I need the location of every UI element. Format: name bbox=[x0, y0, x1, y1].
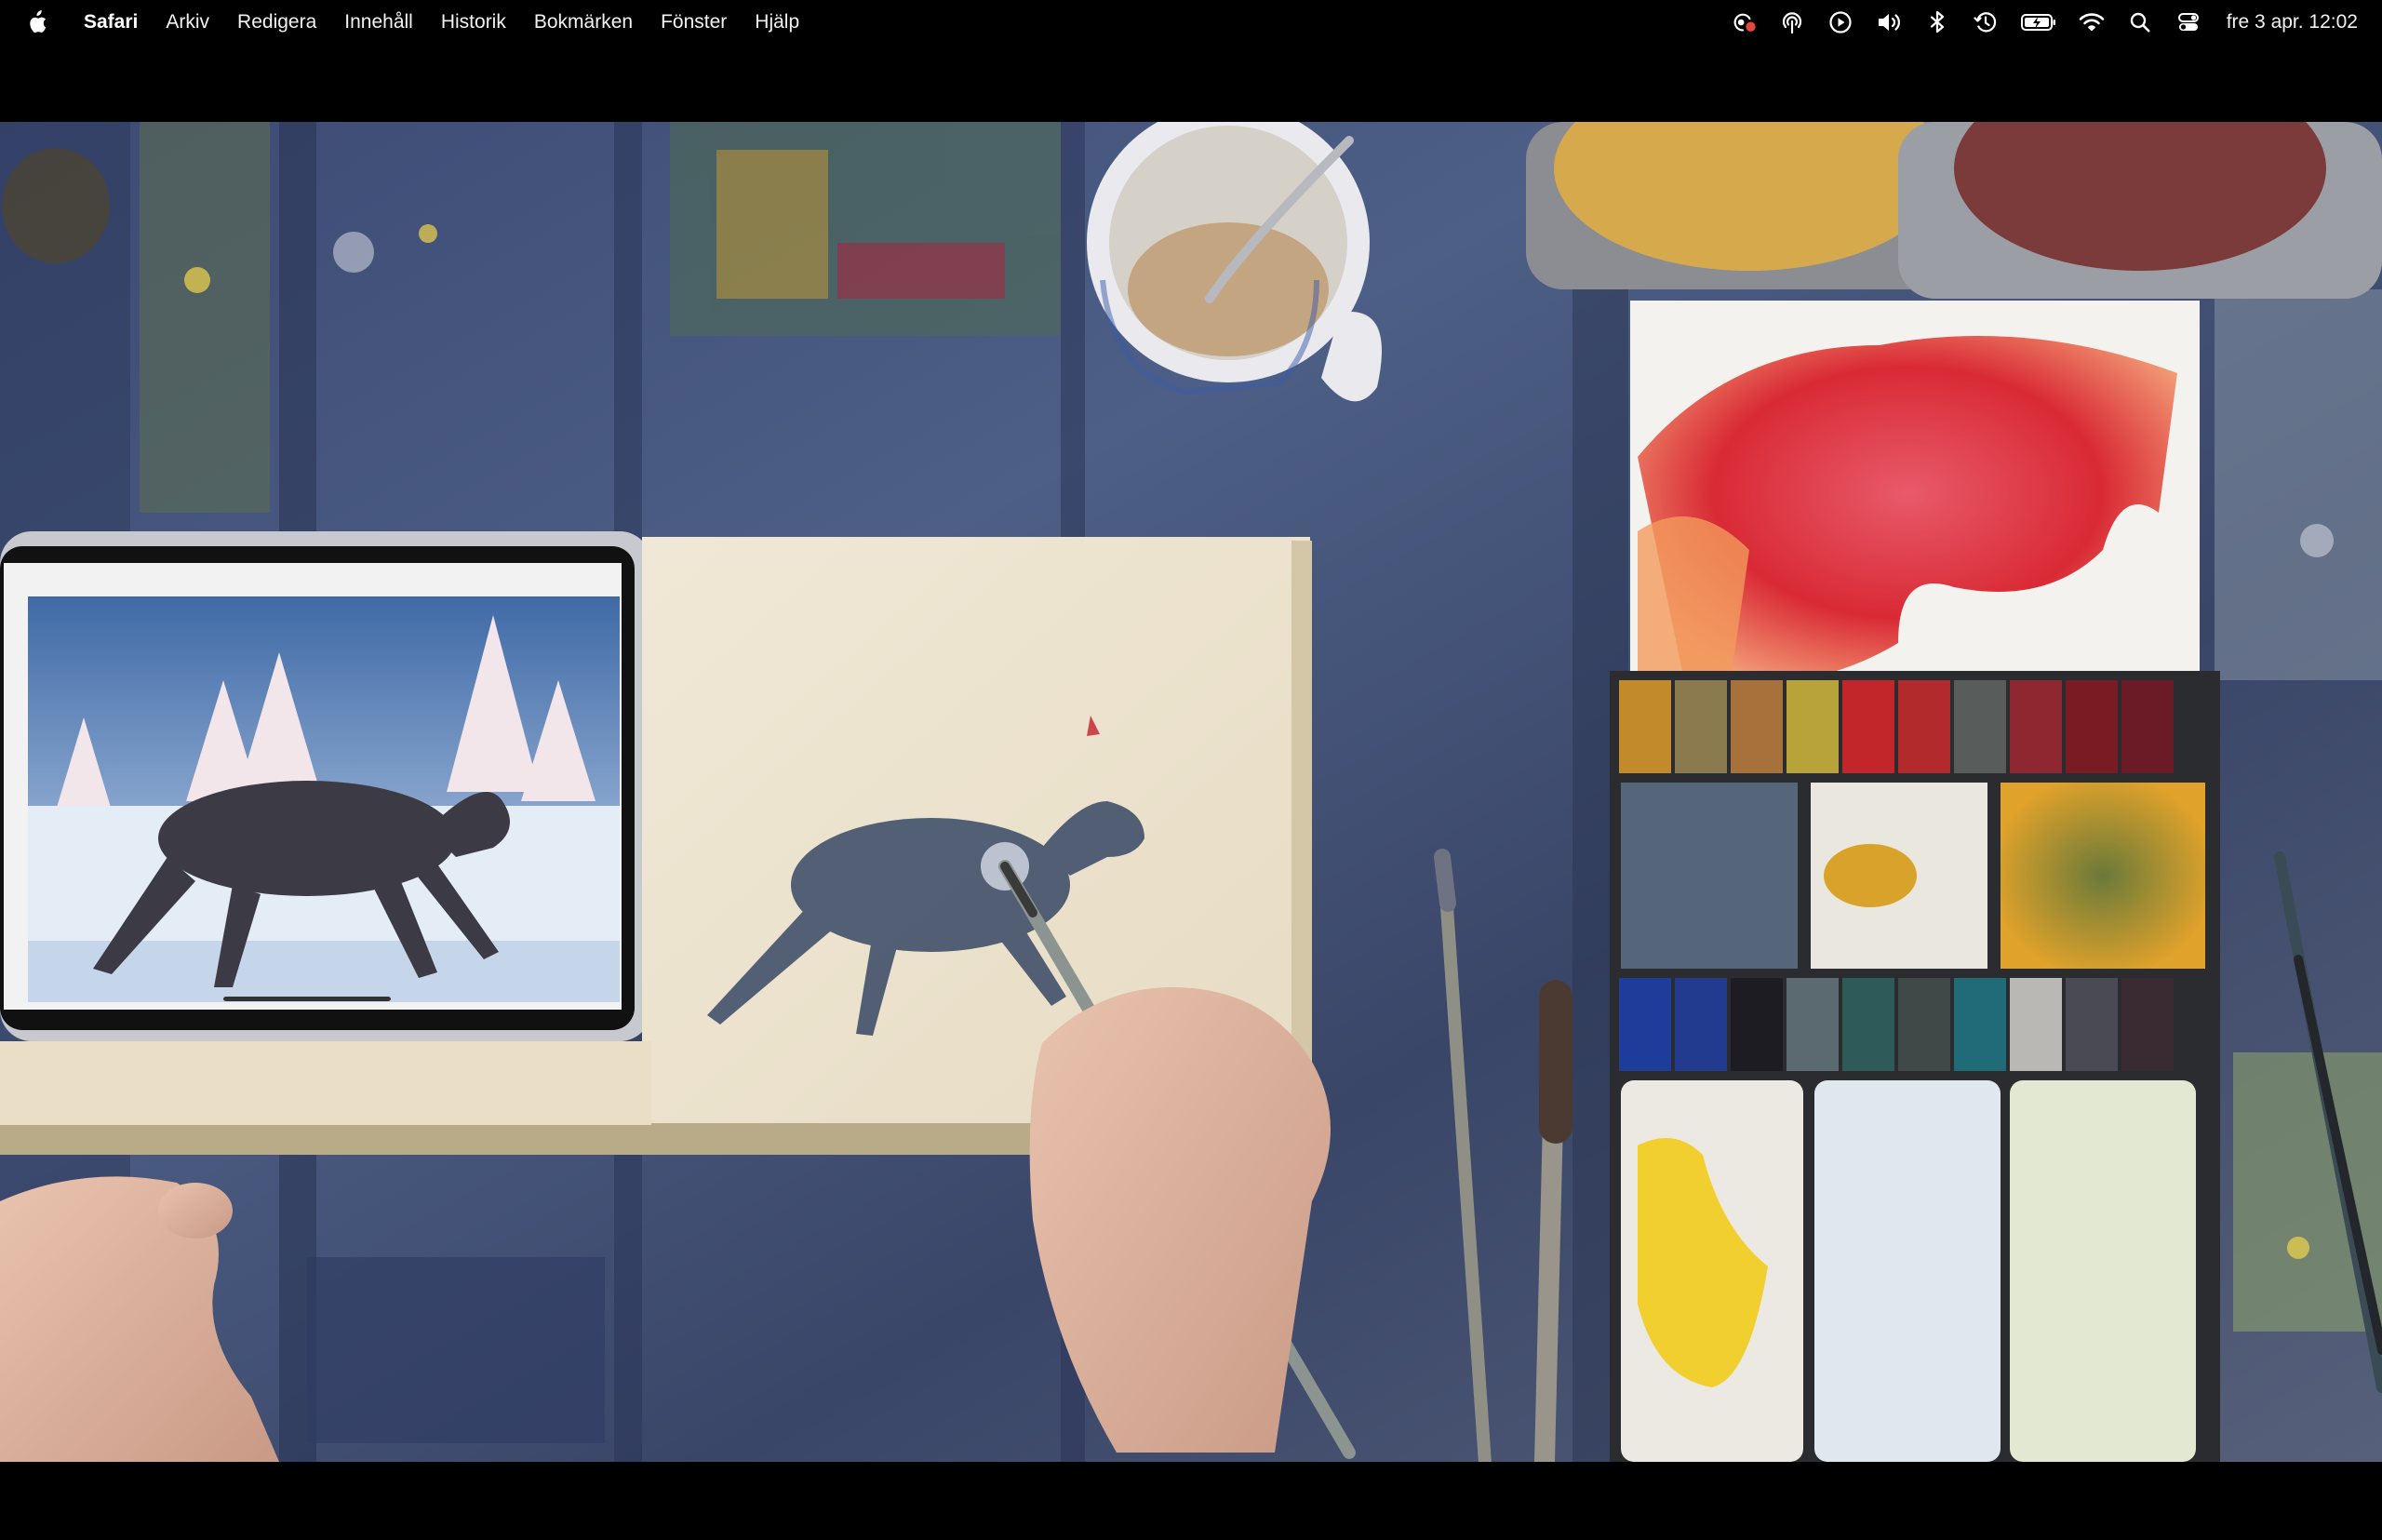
screen: Safari Arkiv Redigera Innehåll Historik … bbox=[0, 0, 2382, 1540]
bluetooth-icon[interactable] bbox=[1923, 8, 1951, 36]
menu-hjalp[interactable]: Hjälp bbox=[755, 11, 799, 33]
menu-innehall[interactable]: Innehåll bbox=[344, 11, 413, 33]
time-machine-icon[interactable] bbox=[1972, 8, 2000, 36]
apple-menu-icon[interactable] bbox=[26, 10, 47, 34]
menu-app-safari[interactable]: Safari bbox=[84, 11, 138, 33]
coffee-cup bbox=[1087, 122, 1382, 402]
menu-arkiv[interactable]: Arkiv bbox=[166, 11, 209, 33]
menu-redigera[interactable]: Redigera bbox=[237, 11, 316, 33]
spotlight-icon[interactable] bbox=[2126, 8, 2154, 36]
play-icon[interactable] bbox=[1827, 8, 1854, 36]
control-center-icon[interactable] bbox=[2175, 8, 2202, 36]
video-frame-illustration bbox=[0, 122, 2382, 1462]
menu-bar-clock[interactable]: fre 3 apr. 12:02 bbox=[2227, 11, 2358, 33]
airdrop-icon[interactable] bbox=[1778, 8, 1806, 36]
fullscreen-video[interactable] bbox=[0, 122, 2382, 1462]
menu-historik[interactable]: Historik bbox=[441, 11, 506, 33]
wifi-icon[interactable] bbox=[2078, 8, 2106, 36]
volume-icon[interactable] bbox=[1875, 8, 1903, 36]
menu-bokmarken[interactable]: Bokmärken bbox=[534, 11, 633, 33]
watercolor-palette bbox=[1610, 301, 2220, 1462]
battery-icon[interactable] bbox=[2020, 8, 2057, 36]
ipad-tablet bbox=[0, 531, 651, 1041]
menu-fonster[interactable]: Fönster bbox=[661, 11, 727, 33]
screen-record-icon[interactable] bbox=[1730, 8, 1758, 36]
water-tins bbox=[1526, 122, 2382, 299]
menu-bar: Safari Arkiv Redigera Innehåll Historik … bbox=[0, 0, 2382, 45]
